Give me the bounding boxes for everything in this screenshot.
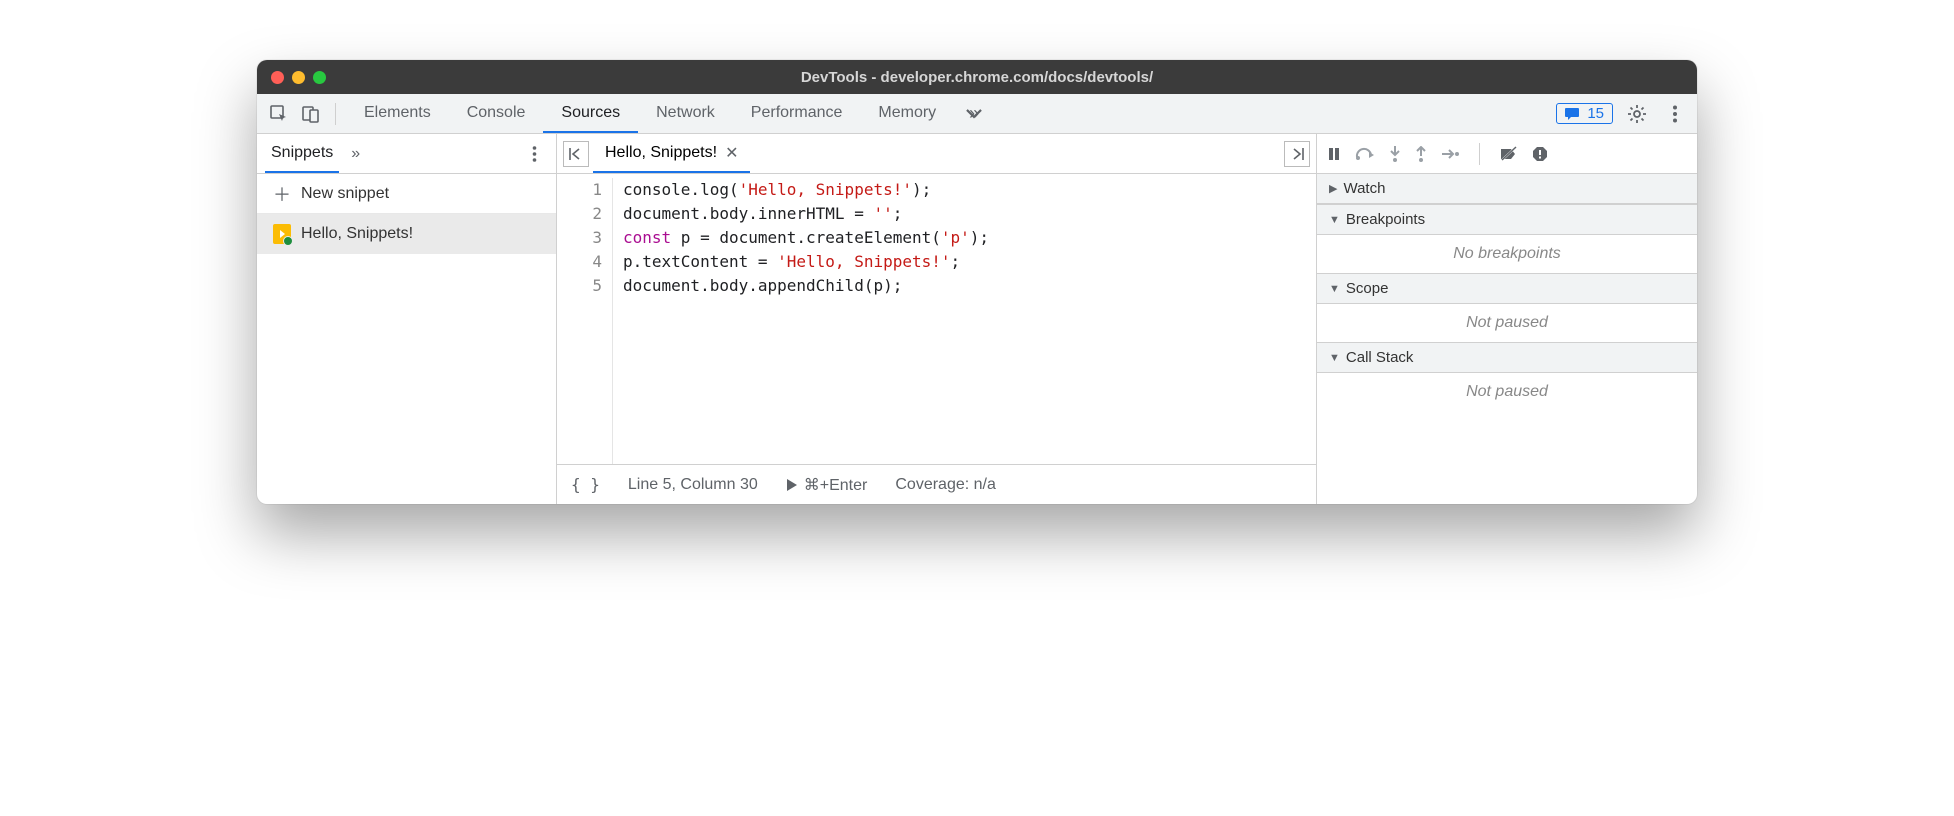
coverage-status: Coverage: n/a <box>895 476 996 494</box>
debug-divider <box>1479 143 1480 165</box>
content-area: Snippets » ＋ New snippet Hello, Snippets… <box>257 134 1697 504</box>
kebab-menu-icon[interactable] <box>1661 100 1689 128</box>
editor-nav-prev-icon[interactable] <box>563 141 589 167</box>
more-tabs-icon[interactable]: » <box>958 100 986 128</box>
device-toolbar-icon[interactable] <box>297 100 325 128</box>
titlebar: DevTools - developer.chrome.com/docs/dev… <box>257 60 1697 94</box>
panel-tab-console[interactable]: Console <box>449 94 544 133</box>
step-into-icon[interactable] <box>1389 146 1401 162</box>
snippet-item[interactable]: Hello, Snippets! <box>257 214 556 254</box>
main-toolbar: ElementsConsoleSourcesNetworkPerformance… <box>257 94 1697 134</box>
panel-tab-performance[interactable]: Performance <box>733 94 861 133</box>
debug-section-label: Call Stack <box>1346 349 1414 366</box>
window-title: DevTools - developer.chrome.com/docs/dev… <box>257 69 1697 86</box>
step-icon[interactable] <box>1441 148 1459 160</box>
debug-section-call-stack[interactable]: ▼ Call Stack <box>1317 342 1697 373</box>
debug-section-label: Scope <box>1346 280 1389 297</box>
triangle-down-icon: ▼ <box>1329 283 1340 295</box>
debugger-toolbar <box>1317 134 1697 174</box>
panel-tabs: ElementsConsoleSourcesNetworkPerformance… <box>346 94 954 133</box>
inspect-element-icon[interactable] <box>265 100 293 128</box>
panel-tab-sources[interactable]: Sources <box>543 94 638 133</box>
play-icon <box>786 478 798 492</box>
debug-section-body: Not paused <box>1317 304 1697 342</box>
run-snippet-button[interactable]: ⌘+Enter <box>786 475 868 495</box>
navigator-sidebar: Snippets » ＋ New snippet Hello, Snippets… <box>257 134 557 504</box>
navigator-tab-snippets[interactable]: Snippets <box>265 134 339 173</box>
pause-icon[interactable] <box>1327 147 1341 161</box>
debug-section-label: Watch <box>1343 180 1385 197</box>
code-content: console.log('Hello, Snippets!');document… <box>613 178 989 464</box>
snippet-item-label: Hello, Snippets! <box>301 225 413 243</box>
traffic-lights <box>271 71 326 84</box>
pause-on-exceptions-icon[interactable] <box>1532 146 1548 162</box>
step-out-icon[interactable] <box>1415 146 1427 162</box>
settings-icon[interactable] <box>1623 100 1651 128</box>
editor-pane: Hello, Snippets! ✕ 12345 console.log('He… <box>557 134 1317 504</box>
debug-section-body: No breakpoints <box>1317 235 1697 273</box>
window-close-button[interactable] <box>271 71 284 84</box>
panel-tab-elements[interactable]: Elements <box>346 94 449 133</box>
debug-section-watch[interactable]: ▶ Watch <box>1317 174 1697 204</box>
editor-tab-title: Hello, Snippets! <box>605 144 717 162</box>
triangle-down-icon: ▼ <box>1329 352 1340 364</box>
new-snippet-button[interactable]: ＋ New snippet <box>257 174 556 214</box>
cursor-position: Line 5, Column 30 <box>628 476 758 494</box>
run-shortcut: ⌘+Enter <box>804 475 868 495</box>
editor-tab[interactable]: Hello, Snippets! ✕ <box>593 134 750 173</box>
issues-icon <box>1565 107 1581 121</box>
panel-tab-network[interactable]: Network <box>638 94 733 133</box>
debug-section-body: Not paused <box>1317 373 1697 411</box>
debug-section-label: Breakpoints <box>1346 211 1425 228</box>
navigator-more-icon[interactable]: » <box>351 145 360 163</box>
step-over-icon[interactable] <box>1355 147 1375 161</box>
editor-tab-close-icon[interactable]: ✕ <box>725 143 738 163</box>
line-gutter: 12345 <box>557 178 613 464</box>
editor-tabstrip: Hello, Snippets! ✕ <box>557 134 1316 174</box>
issues-count: 15 <box>1587 105 1604 122</box>
toolbar-divider <box>335 103 336 125</box>
debugger-pane: ▶ Watch ▼ Breakpoints No breakpoints ▼ Scope No… <box>1317 134 1697 504</box>
triangle-down-icon: ▼ <box>1329 214 1340 226</box>
debug-section-breakpoints[interactable]: ▼ Breakpoints <box>1317 204 1697 235</box>
window-minimize-button[interactable] <box>292 71 305 84</box>
devtools-window: DevTools - developer.chrome.com/docs/dev… <box>257 60 1697 504</box>
code-editor[interactable]: 12345 console.log('Hello, Snippets!');do… <box>557 174 1316 464</box>
editor-statusbar: { } Line 5, Column 30 ⌘+Enter Coverage: … <box>557 464 1316 504</box>
window-zoom-button[interactable] <box>313 71 326 84</box>
plus-icon: ＋ <box>273 181 291 207</box>
debug-section-scope[interactable]: ▼ Scope <box>1317 273 1697 304</box>
new-snippet-label: New snippet <box>301 185 389 203</box>
panel-tab-memory[interactable]: Memory <box>860 94 954 133</box>
triangle-right-icon: ▶ <box>1329 182 1337 195</box>
editor-nav-next-icon[interactable] <box>1284 141 1310 167</box>
deactivate-breakpoints-icon[interactable] <box>1500 146 1518 162</box>
pretty-print-icon[interactable]: { } <box>571 475 600 494</box>
navigator-kebab-icon[interactable] <box>520 140 548 168</box>
issues-badge[interactable]: 15 <box>1556 103 1613 124</box>
navigator-tabs: Snippets » <box>257 134 556 174</box>
snippet-file-icon <box>273 224 291 244</box>
